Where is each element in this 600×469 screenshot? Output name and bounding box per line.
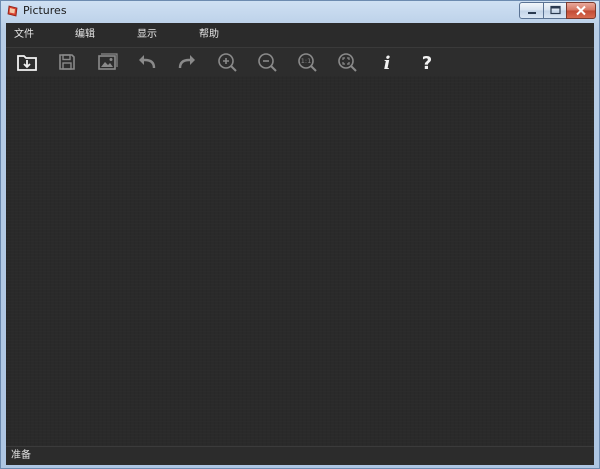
fit-window-button[interactable] — [335, 50, 359, 74]
close-icon — [576, 5, 586, 16]
menu-bar: 文件 编辑 显示 帮助 — [6, 23, 594, 47]
open-folder-icon — [17, 55, 37, 71]
info-glyph: i — [384, 53, 391, 74]
window-title: Pictures — [23, 4, 67, 17]
minimize-button[interactable] — [519, 2, 544, 19]
undo-icon — [139, 55, 156, 69]
redo-button[interactable] — [175, 50, 199, 74]
info-button[interactable]: i — [375, 50, 399, 74]
save-button[interactable] — [55, 50, 79, 74]
menu-file[interactable]: 文件 — [14, 28, 34, 42]
gallery-button[interactable] — [95, 50, 119, 74]
status-text: 准备 — [11, 450, 31, 461]
app-icon — [7, 5, 18, 17]
menu-help[interactable]: 帮助 — [199, 28, 219, 42]
zoom-out-button[interactable] — [255, 50, 279, 74]
redo-icon — [178, 55, 195, 69]
zoom-in-icon — [218, 53, 237, 72]
image-canvas[interactable] — [6, 76, 594, 446]
help-button[interactable]: ? — [415, 50, 439, 74]
help-icon: ? — [422, 53, 432, 74]
zoom-in-button[interactable] — [215, 50, 239, 74]
info-icon: i — [384, 53, 391, 74]
actual-size-icon: 1:1 — [298, 53, 317, 72]
undo-button[interactable] — [135, 50, 159, 74]
close-button[interactable] — [566, 2, 596, 19]
help-glyph: ? — [422, 53, 432, 74]
title-bar[interactable]: Pictures — [1, 1, 599, 21]
status-bar: 准备 — [6, 446, 594, 465]
menu-edit[interactable]: 编辑 — [75, 28, 95, 42]
save-icon — [59, 54, 75, 70]
zoom-out-icon — [258, 53, 277, 72]
open-button[interactable] — [15, 50, 39, 74]
menu-view[interactable]: 显示 — [137, 28, 157, 42]
actual-size-label: 1:1 — [301, 57, 311, 65]
app-window: Pictures 文件 编辑 显示 帮助 1:1 i ? 准备 — [0, 0, 600, 469]
toolbar: 1:1 i ? — [6, 47, 594, 77]
client-area: 文件 编辑 显示 帮助 1:1 i ? 准备 — [6, 23, 594, 465]
maximize-button[interactable] — [543, 2, 567, 19]
maximize-icon — [550, 5, 561, 15]
actual-size-button[interactable]: 1:1 — [295, 50, 319, 74]
image-gallery-icon — [98, 53, 118, 70]
fit-to-window-icon — [338, 53, 357, 72]
minimize-icon — [528, 12, 536, 14]
